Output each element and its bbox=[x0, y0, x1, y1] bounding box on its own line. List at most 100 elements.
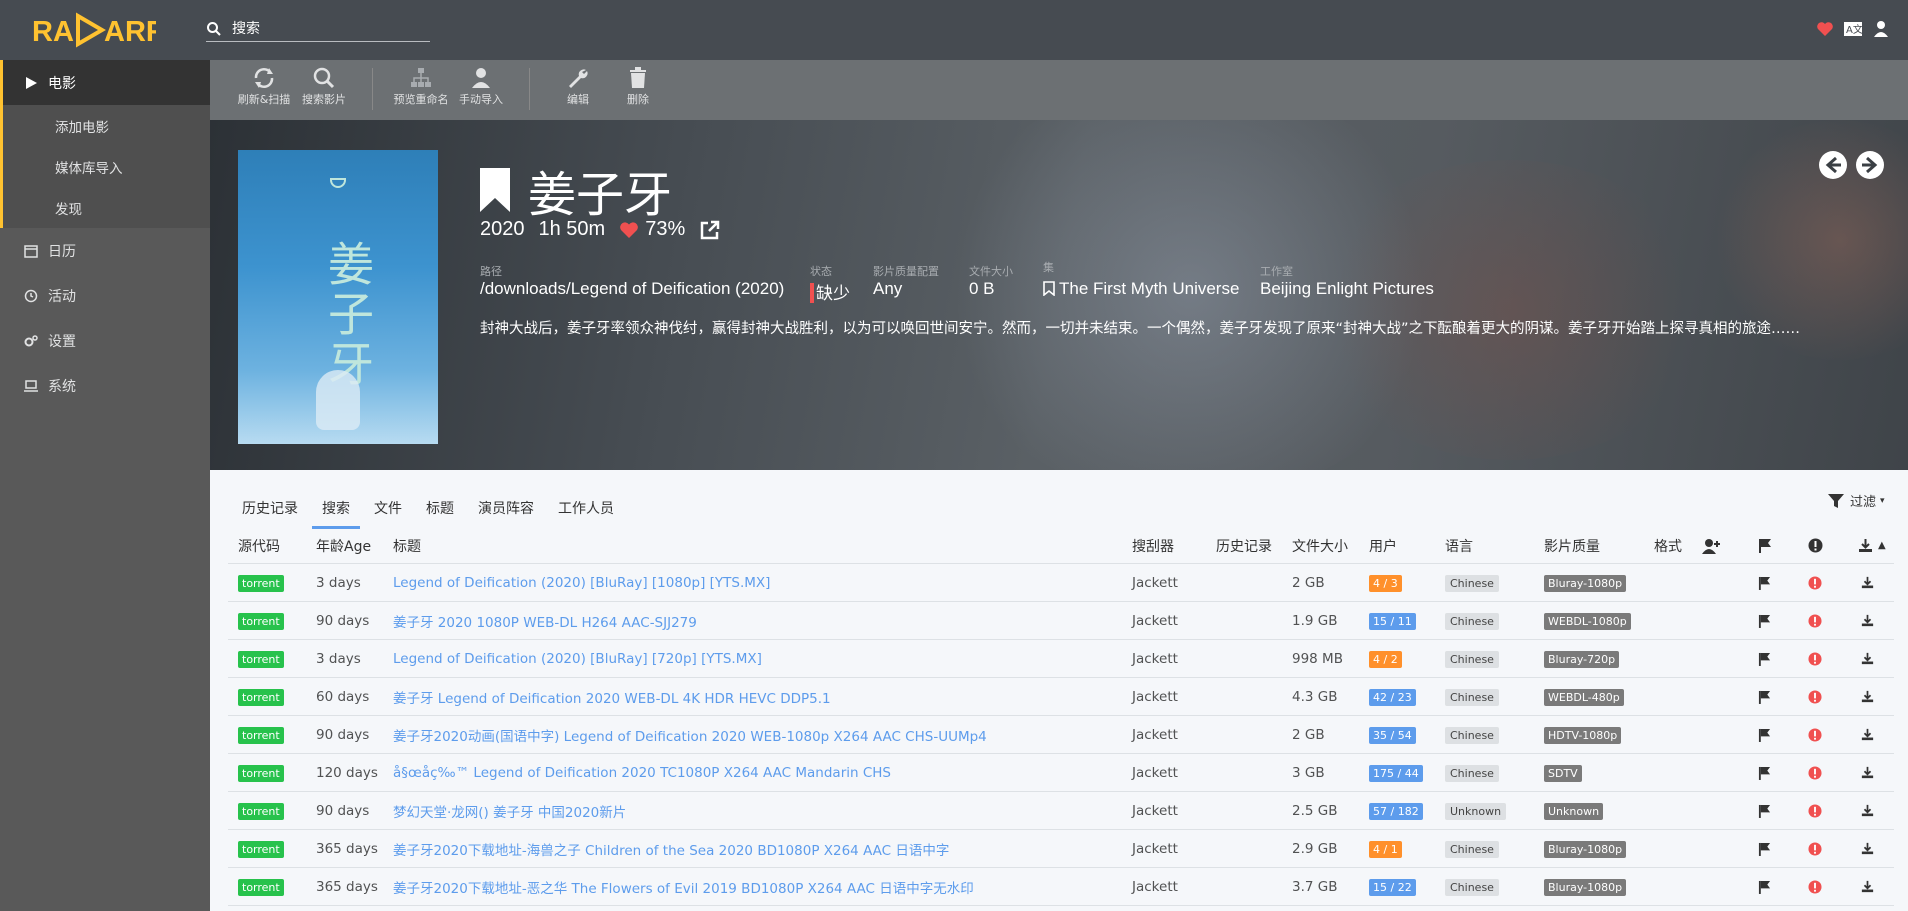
sidebar-item-movies[interactable]: 电影 bbox=[0, 60, 210, 105]
tab-history[interactable]: 历史记录 bbox=[232, 490, 308, 529]
previous-movie-icon[interactable] bbox=[1818, 150, 1848, 180]
col-format[interactable]: 格式 bbox=[1654, 536, 1682, 556]
torrent-badge: torrent bbox=[238, 726, 284, 744]
tab-cast[interactable]: 演员阵容 bbox=[468, 490, 544, 529]
flag-icon[interactable] bbox=[1758, 614, 1771, 628]
sort-up-icon[interactable]: ▲ bbox=[1878, 540, 1886, 551]
language-cell: Chinese bbox=[1445, 574, 1499, 592]
download-icon[interactable] bbox=[1861, 728, 1874, 741]
rejection-icon[interactable] bbox=[1808, 613, 1822, 628]
release-title-link[interactable]: 姜子牙 2020 1080P WEB-DL H264 AAC-SJJ279 bbox=[393, 611, 697, 631]
size-cell: 3.7 GB bbox=[1292, 878, 1338, 895]
external-link-icon[interactable] bbox=[699, 219, 721, 241]
flag-icon[interactable] bbox=[1758, 804, 1771, 818]
peers-cell: 4 / 1 bbox=[1369, 840, 1402, 858]
search-input[interactable] bbox=[232, 19, 428, 39]
sidebar-item-calendar[interactable]: 日历 bbox=[0, 228, 210, 273]
peers-cell: 15 / 11 bbox=[1369, 612, 1416, 630]
bookmark-icon[interactable] bbox=[480, 168, 510, 212]
studio-label: 工作室 bbox=[1260, 265, 1293, 278]
rejection-icon[interactable] bbox=[1808, 803, 1822, 818]
flag-icon[interactable] bbox=[1758, 880, 1771, 894]
language-cell: Chinese bbox=[1445, 764, 1499, 782]
release-title-link[interactable]: Legend of Deification (2020) [BluRay] [1… bbox=[393, 575, 770, 591]
download-icon[interactable] bbox=[1861, 614, 1874, 627]
download-icon[interactable] bbox=[1861, 766, 1874, 779]
col-language[interactable]: 语言 bbox=[1445, 536, 1473, 556]
rejection-icon[interactable] bbox=[1808, 765, 1822, 780]
edit-button[interactable]: 编辑 bbox=[548, 60, 608, 120]
heart-icon[interactable] bbox=[1816, 20, 1834, 38]
flag-icon[interactable] bbox=[1758, 538, 1772, 553]
release-title-link[interactable]: 姜子牙2020下载地址-海兽之子 Children of the Sea 202… bbox=[393, 839, 949, 859]
studio-value: Beijing Enlight Pictures bbox=[1260, 279, 1434, 298]
flag-icon[interactable] bbox=[1758, 766, 1771, 780]
rejection-icon[interactable] bbox=[1808, 727, 1822, 742]
search-movie-button[interactable]: 搜索影片 bbox=[294, 60, 354, 120]
download-icon[interactable] bbox=[1861, 690, 1874, 703]
delete-label: 删除 bbox=[627, 93, 649, 106]
col-history[interactable]: 历史记录 bbox=[1216, 536, 1272, 556]
sidebar-item-library-import[interactable]: 媒体库导入 bbox=[0, 146, 210, 187]
download-icon[interactable] bbox=[1861, 880, 1874, 893]
download-icon[interactable] bbox=[1858, 538, 1873, 553]
tab-titles[interactable]: 标题 bbox=[416, 490, 464, 529]
download-icon[interactable] bbox=[1861, 842, 1874, 855]
peers-badge: 15 / 11 bbox=[1369, 612, 1416, 630]
release-title-link[interactable]: 姜子牙2020下载地址-恶之华 The Flowers of Evil 2019… bbox=[393, 877, 974, 897]
col-peers[interactable]: 用户 bbox=[1369, 536, 1397, 556]
preview-rename-button[interactable]: 预览重命名 bbox=[391, 60, 451, 120]
rejection-icon[interactable] bbox=[1808, 575, 1822, 590]
release-title-link[interactable]: 姜子牙2020动画(国语中字) Legend of Deification 20… bbox=[393, 725, 987, 745]
flag-icon[interactable] bbox=[1758, 728, 1771, 742]
col-age[interactable]: 年龄Age bbox=[316, 536, 371, 556]
flag-icon[interactable] bbox=[1758, 576, 1771, 590]
sidebar-item-label: 添加电影 bbox=[55, 119, 109, 136]
download-icon[interactable] bbox=[1861, 652, 1874, 665]
language-cell: Chinese bbox=[1445, 878, 1499, 896]
refresh-scan-button[interactable]: 刷新&扫描 bbox=[234, 60, 294, 120]
poster-title: 姜子牙 bbox=[321, 240, 375, 390]
quality-badge: Unknown bbox=[1544, 802, 1604, 820]
sidebar-item-settings[interactable]: 设置 bbox=[0, 318, 210, 363]
translate-icon[interactable]: A文 bbox=[1844, 20, 1863, 38]
delete-button[interactable]: 删除 bbox=[608, 60, 668, 120]
sidebar-item-label: 发现 bbox=[55, 201, 82, 218]
sidebar-item-system[interactable]: 系统 bbox=[0, 363, 210, 408]
release-title-link[interactable]: å§œå­ç‰™ Legend of Deification 2020 TC10… bbox=[393, 765, 891, 781]
exclamation-circle-icon[interactable] bbox=[1808, 538, 1823, 553]
rejection-icon[interactable] bbox=[1808, 879, 1822, 894]
tab-crew[interactable]: 工作人员 bbox=[548, 490, 624, 529]
sidebar-item-discover[interactable]: 发现 bbox=[0, 187, 210, 228]
col-title[interactable]: 标题 bbox=[393, 536, 421, 556]
sidebar-item-add-movie[interactable]: 添加电影 bbox=[0, 105, 210, 146]
tab-files[interactable]: 文件 bbox=[364, 490, 412, 529]
rejection-icon[interactable] bbox=[1808, 651, 1822, 666]
age-cell: 3 days bbox=[316, 650, 361, 667]
filter-button[interactable]: 过滤 ▾ bbox=[1828, 491, 1885, 510]
next-movie-icon[interactable] bbox=[1855, 150, 1885, 180]
user-icon[interactable] bbox=[1872, 20, 1890, 38]
quality-cell: HDTV-1080p bbox=[1544, 726, 1622, 744]
release-title-link[interactable]: 梦幻天堂·龙网() 姜子牙 中国2020新片 bbox=[393, 801, 626, 821]
rejection-icon[interactable] bbox=[1808, 689, 1822, 704]
play-icon bbox=[26, 76, 37, 89]
collection-value[interactable]: The First Myth Universe bbox=[1059, 279, 1239, 298]
col-indexer[interactable]: 搜刮器 bbox=[1132, 536, 1174, 556]
flag-icon[interactable] bbox=[1758, 842, 1771, 856]
manual-import-button[interactable]: 手动导入 bbox=[451, 60, 511, 120]
col-source[interactable]: 源代码 bbox=[238, 536, 280, 556]
radarr-logo[interactable]: RA ARR bbox=[32, 10, 156, 50]
flag-icon[interactable] bbox=[1758, 690, 1771, 704]
rejection-icon[interactable] bbox=[1808, 841, 1822, 856]
download-icon[interactable] bbox=[1861, 576, 1874, 589]
flag-icon[interactable] bbox=[1758, 652, 1771, 666]
release-title-link[interactable]: 姜子牙 Legend of Deification 2020 WEB-DL 4K… bbox=[393, 687, 831, 707]
tab-search[interactable]: 搜索 bbox=[312, 490, 360, 529]
download-icon[interactable] bbox=[1861, 804, 1874, 817]
sidebar-item-activity[interactable]: 活动 bbox=[0, 273, 210, 318]
user-plus-icon[interactable] bbox=[1702, 538, 1720, 554]
col-quality[interactable]: 影片质量 bbox=[1544, 536, 1600, 556]
col-size[interactable]: 文件大小 bbox=[1292, 536, 1348, 556]
release-title-link[interactable]: Legend of Deification (2020) [BluRay] [7… bbox=[393, 651, 762, 667]
